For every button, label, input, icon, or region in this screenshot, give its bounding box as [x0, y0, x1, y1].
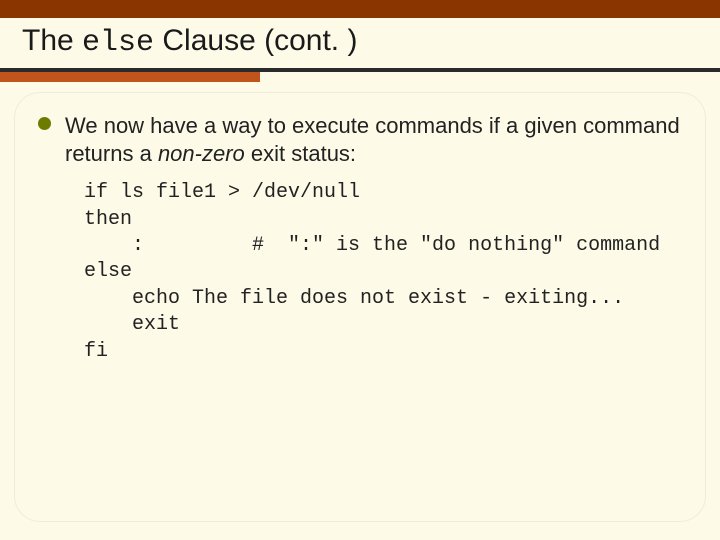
code-block: if ls file1 > /dev/null then : # ":" is … — [84, 180, 692, 365]
bullet-text-part2: exit status: — [245, 141, 356, 166]
title-suffix: Clause (cont. ) — [154, 24, 357, 57]
divider-accent — [0, 72, 260, 82]
bullet-icon — [38, 117, 51, 130]
slide-title: The else Clause (cont. ) — [22, 24, 357, 60]
content-area: We now have a way to execute commands if… — [38, 112, 692, 365]
bullet-text: We now have a way to execute commands if… — [65, 112, 692, 168]
title-code: else — [82, 26, 154, 60]
bullet-text-italic: non-zero — [158, 141, 245, 166]
header-band — [0, 0, 720, 18]
bullet-item: We now have a way to execute commands if… — [38, 112, 692, 168]
title-prefix: The — [22, 24, 82, 57]
